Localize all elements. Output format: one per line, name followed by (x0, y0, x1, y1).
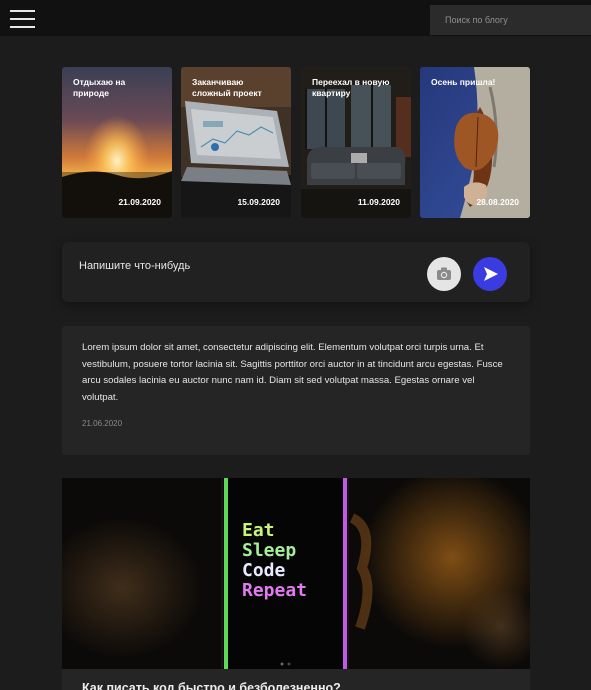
story-card[interactable]: Заканчиваю сложный проект 15.09.2020 (181, 67, 291, 218)
story-card[interactable]: Переехал в новую квартиру 11.09.2020 (301, 67, 411, 218)
article-title[interactable]: Как писать код быстро и безболезненно? (82, 681, 341, 690)
blog-search-input[interactable] (430, 5, 591, 35)
article-card[interactable]: Eat Sleep Code Repeat Как писать код быс… (62, 478, 530, 690)
image-text-line: Code (242, 560, 286, 581)
post-date: 21.06.2020 (82, 419, 123, 428)
camera-button[interactable] (427, 257, 461, 291)
story-date: 15.09.2020 (237, 197, 280, 207)
story-title: Осень пришла! (431, 77, 496, 87)
image-text-line: Eat (242, 520, 275, 541)
story-card[interactable]: Осень пришла! 28.08.2020 (420, 67, 530, 218)
article-hero-image: Eat Sleep Code Repeat (62, 478, 530, 669)
top-header (0, 0, 591, 36)
hamburger-menu-icon[interactable] (10, 10, 35, 28)
story-title: Отдыхаю на природе (73, 77, 126, 98)
image-text-line: Sleep (242, 540, 296, 561)
story-date: 28.08.2020 (476, 197, 519, 207)
new-post-composer: Напишите что-нибудь (62, 242, 530, 302)
story-title: Переехал в новую квартиру (312, 77, 390, 98)
post-body: Lorem ipsum dolor sit amet, consectetur … (82, 342, 503, 403)
send-button[interactable] (473, 257, 507, 291)
camera-icon (437, 267, 451, 280)
send-icon (484, 267, 498, 281)
story-title: Заканчиваю сложный проект (192, 77, 262, 98)
story-date: 21.09.2020 (118, 197, 161, 207)
story-date: 11.09.2020 (357, 197, 400, 207)
composer-input[interactable]: Напишите что-нибудь (79, 260, 190, 272)
story-card[interactable]: Отдыхаю на природе 21.09.2020 (62, 67, 172, 218)
story-image-autumn-leaf (420, 67, 530, 218)
stories-strip: Отдыхаю на природе 21.09.2020 Заканчиваю… (62, 67, 530, 218)
text-post-card: Lorem ipsum dolor sit amet, consectetur … (62, 326, 530, 455)
image-text-line: Repeat (242, 580, 307, 601)
